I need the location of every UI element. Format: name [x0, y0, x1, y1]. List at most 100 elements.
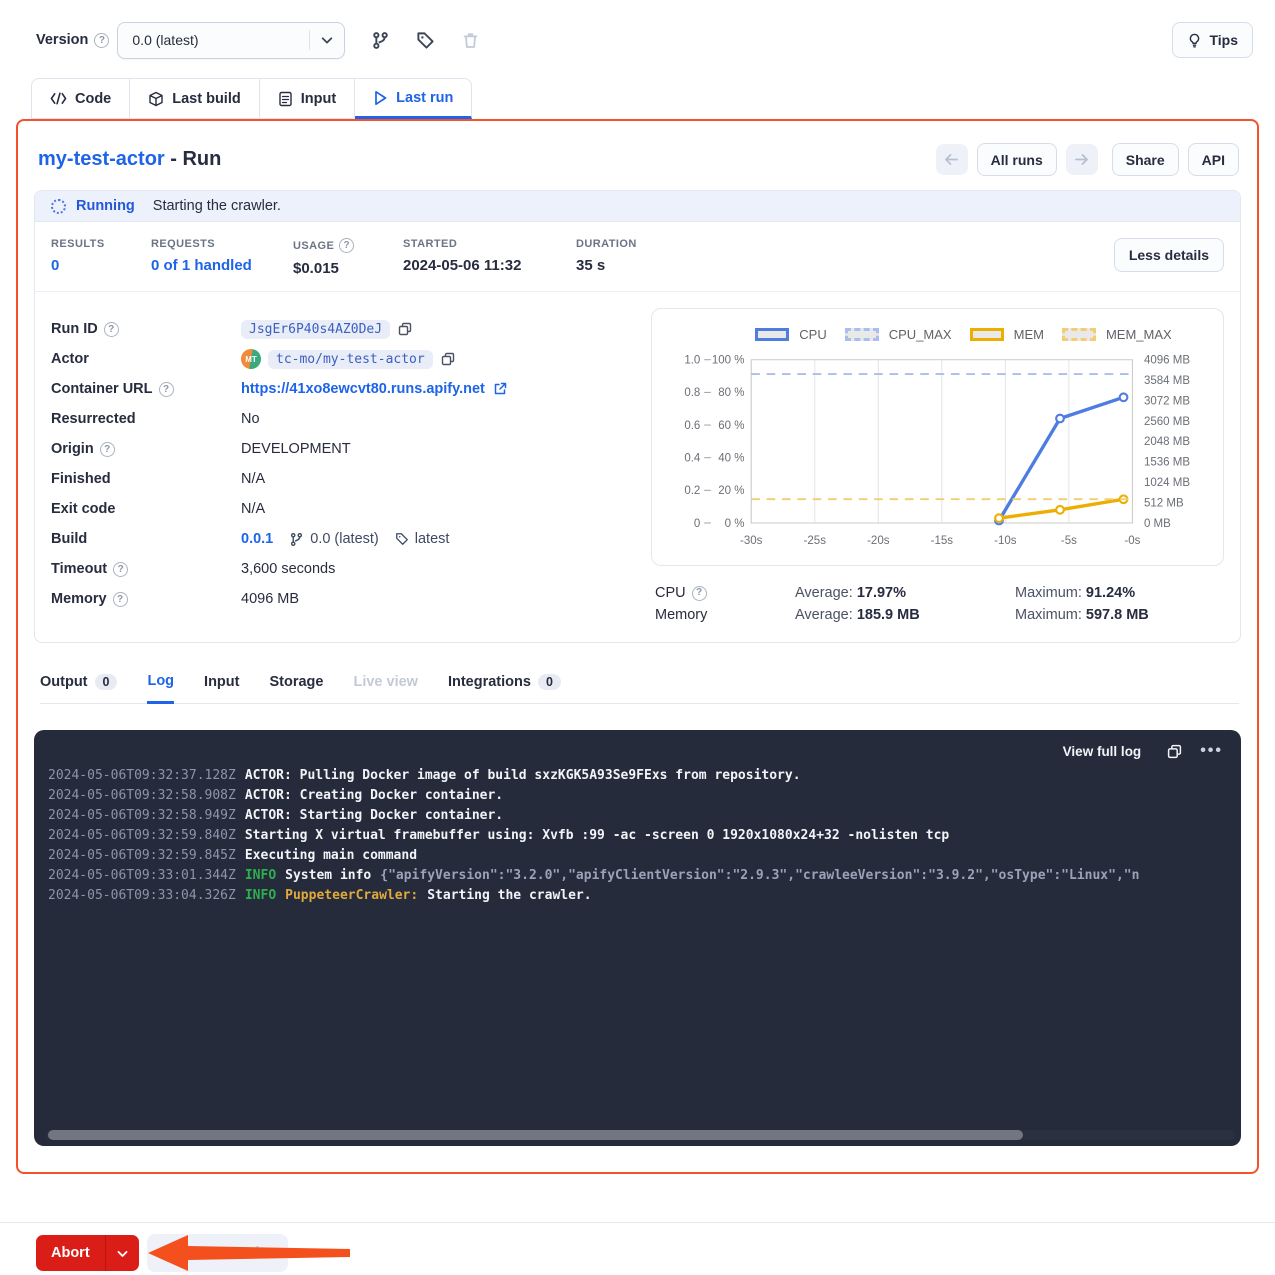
version-label: Version — [36, 32, 88, 48]
tab-log-label: Log — [147, 673, 174, 689]
svg-text:512 MB: 512 MB — [1144, 497, 1184, 509]
chart-column: CPU CPU_MAX MEM MEM_MAX -30s-25s-20s-15s… — [611, 308, 1224, 626]
version-select[interactable]: 0.0 (latest) — [117, 22, 345, 59]
tab-code[interactable]: Code — [31, 78, 130, 119]
copy-icon[interactable] — [441, 352, 455, 366]
stat-results-label: RESULTS — [51, 238, 121, 250]
svg-text:60 %: 60 % — [718, 420, 744, 432]
svg-text:0.8: 0.8 — [684, 387, 700, 399]
run-sub-tabs: Output0 Log Input Storage Live view Inte… — [40, 665, 1239, 704]
arrow-left-icon — [944, 153, 959, 166]
actor-chip[interactable]: tc-mo/my-test-actor — [268, 350, 433, 369]
svg-text:1.0: 1.0 — [684, 355, 700, 367]
svg-text:4096 MB: 4096 MB — [1144, 355, 1190, 367]
prev-run-button[interactable] — [936, 144, 968, 175]
legend-label-mem-max: MEM_MAX — [1106, 327, 1172, 342]
container-url-link[interactable]: https://41xo8ewcvt80.runs.apify.net — [241, 381, 485, 397]
tab-last-build[interactable]: Last build — [130, 78, 259, 119]
tab-last-run[interactable]: Last run — [355, 78, 472, 119]
abort-button[interactable]: Abort — [36, 1235, 105, 1271]
svg-text:100 %: 100 % — [712, 355, 745, 367]
run-id-help-icon[interactable]: ? — [104, 322, 119, 337]
tab-input[interactable]: Input — [260, 78, 355, 119]
cpu-avg-value: 17.97% — [857, 585, 906, 601]
usage-chart-card: CPU CPU_MAX MEM MEM_MAX -30s-25s-20s-15s… — [651, 308, 1224, 566]
log-scrollbar-track[interactable] — [46, 1130, 1235, 1140]
chevron-down-icon — [116, 1247, 129, 1260]
spinner-icon — [51, 199, 66, 214]
share-button[interactable]: Share — [1112, 143, 1179, 176]
detail-row-resurrected: Resurrected No — [51, 404, 611, 434]
legend-label-cpu: CPU — [799, 327, 826, 342]
all-runs-button[interactable]: All runs — [977, 143, 1057, 176]
less-details-button[interactable]: Less details — [1114, 238, 1224, 272]
stat-results-value[interactable]: 0 — [51, 257, 121, 274]
cpu-help-icon[interactable]: ? — [692, 586, 707, 601]
origin-help-icon[interactable]: ? — [100, 442, 115, 457]
build-tag: latest — [395, 531, 450, 547]
tab-log[interactable]: Log — [147, 665, 174, 704]
tab-run-input-label: Input — [204, 674, 239, 690]
copy-log-icon[interactable] — [1167, 744, 1182, 759]
stat-usage-value: $0.015 — [293, 260, 373, 277]
cpu-max-value: 91.24% — [1086, 585, 1135, 601]
mem-avg-label: Average: — [795, 607, 853, 623]
tab-output-label: Output — [40, 674, 88, 690]
stat-requests-value[interactable]: 0 of 1 handled — [151, 257, 263, 274]
cpu-max-label: Maximum: — [1015, 585, 1082, 601]
run-details-card: Running Starting the crawler. RESULTS 0 … — [34, 190, 1241, 643]
run-title-suffix: - Run — [165, 148, 222, 170]
run-page: Version ? 0.0 (latest) Tips Code — [0, 0, 1275, 1275]
version-toolbar: Version ? 0.0 (latest) Tips — [14, 20, 1261, 60]
svg-text:-20s: -20s — [867, 535, 890, 547]
finished-value: N/A — [241, 471, 265, 487]
log-scrollbar-thumb[interactable] — [48, 1130, 1023, 1140]
origin-value: DEVELOPMENT — [241, 441, 351, 457]
log-lines: 2024-05-06T09:32:37.128ZACTOR: Pulling D… — [48, 766, 1241, 906]
next-run-button[interactable] — [1066, 144, 1098, 175]
delete-version-icon[interactable] — [461, 31, 480, 50]
svg-text:3584 MB: 3584 MB — [1144, 375, 1190, 387]
code-icon — [50, 91, 67, 106]
tab-storage-label: Storage — [269, 674, 323, 690]
timeout-help-icon[interactable]: ? — [113, 562, 128, 577]
usage-help-icon[interactable]: ? — [339, 238, 354, 253]
tips-button[interactable]: Tips — [1172, 22, 1253, 58]
lightbulb-icon — [1187, 33, 1202, 48]
chart-stats: CPU? Memory Average: 17.97% Average: 185… — [651, 566, 1224, 626]
arrow-right-icon — [1074, 153, 1089, 166]
git-branch-icon[interactable] — [371, 31, 390, 50]
memory-help-icon[interactable]: ? — [113, 592, 128, 607]
tab-storage[interactable]: Storage — [269, 666, 323, 702]
svg-text:0.2: 0.2 — [684, 485, 700, 497]
api-button[interactable]: API — [1188, 143, 1239, 176]
run-id-label: Run ID — [51, 321, 98, 337]
version-help-icon[interactable]: ? — [94, 33, 109, 48]
detail-row-container-url: Container URL? https://41xo8ewcvt80.runs… — [51, 374, 611, 404]
chevron-down-icon — [309, 30, 334, 50]
build-number-link[interactable]: 0.0.1 — [241, 531, 273, 547]
tab-last-build-label: Last build — [172, 91, 240, 107]
svg-text:80 %: 80 % — [718, 387, 744, 399]
copy-icon[interactable] — [398, 322, 412, 336]
resurrected-value: No — [241, 411, 260, 427]
external-link-icon[interactable] — [493, 382, 507, 396]
tab-output[interactable]: Output 0 — [40, 666, 117, 702]
tag-icon[interactable] — [416, 31, 435, 50]
detail-row-timeout: Timeout? 3,600 seconds — [51, 554, 611, 584]
tab-last-run-label: Last run — [396, 90, 453, 106]
log-menu-icon[interactable]: ••• — [1200, 742, 1223, 760]
svg-text:20 %: 20 % — [718, 485, 744, 497]
run-id-chip[interactable]: JsgEr6P40s4AZ0DeJ — [241, 320, 390, 339]
view-full-log-link[interactable]: View full log — [1063, 744, 1142, 759]
legend-swatch-cpu — [755, 328, 789, 341]
version-select-value: 0.0 (latest) — [132, 32, 198, 48]
tab-integrations[interactable]: Integrations0 — [448, 666, 561, 702]
abort-dropdown-button[interactable] — [105, 1235, 139, 1271]
log-line: 2024-05-06T09:33:01.344ZINFOSystem info{… — [48, 866, 1241, 886]
tab-run-input[interactable]: Input — [204, 666, 239, 702]
container-url-help-icon[interactable]: ? — [159, 382, 174, 397]
output-count-badge: 0 — [95, 674, 118, 690]
actor-name-link[interactable]: my-test-actor — [38, 148, 165, 170]
legend-label-cpu-max: CPU_MAX — [889, 327, 952, 342]
